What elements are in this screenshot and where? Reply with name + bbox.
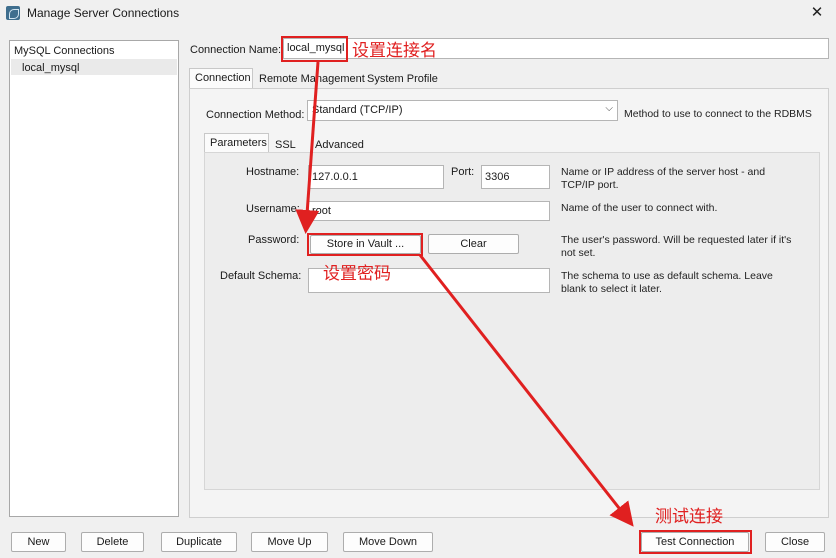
annotation-arrows xyxy=(295,61,634,527)
arrow-to-password xyxy=(295,61,320,234)
arrow-to-test-connection xyxy=(418,254,634,527)
